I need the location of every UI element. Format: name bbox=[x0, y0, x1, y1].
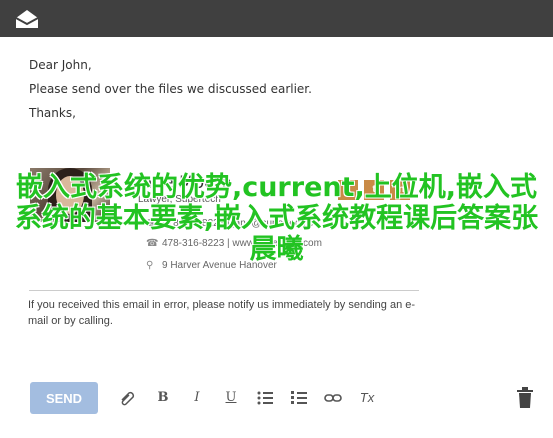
italic-button[interactable]: I bbox=[188, 388, 206, 408]
bulleted-list-icon[interactable] bbox=[256, 388, 274, 408]
email-compose-window: Dear John, Please send over the files we… bbox=[0, 0, 553, 438]
send-button[interactable]: SEND bbox=[30, 382, 98, 414]
mail-icon[interactable] bbox=[14, 8, 40, 30]
bold-button[interactable]: B bbox=[154, 388, 172, 408]
overlay-watermark-text: 嵌入式系统的优势,current,上位机,嵌入式系统的基本要素,嵌入式系统教程课… bbox=[14, 172, 539, 265]
email-greeting: Dear John, bbox=[29, 58, 92, 72]
compose-header bbox=[0, 0, 553, 37]
divider bbox=[29, 290, 419, 291]
email-body-line: Please send over the files we discussed … bbox=[29, 82, 312, 96]
email-signoff: Thanks, bbox=[29, 106, 76, 120]
trash-icon[interactable] bbox=[516, 387, 534, 409]
attach-icon[interactable] bbox=[119, 388, 137, 408]
underline-button[interactable]: U bbox=[222, 388, 240, 408]
link-icon[interactable] bbox=[324, 388, 342, 408]
clear-formatting-button[interactable]: Tx bbox=[358, 388, 376, 408]
email-disclaimer: If you received this email in error, ple… bbox=[28, 299, 416, 327]
numbered-list-icon[interactable] bbox=[290, 388, 308, 408]
